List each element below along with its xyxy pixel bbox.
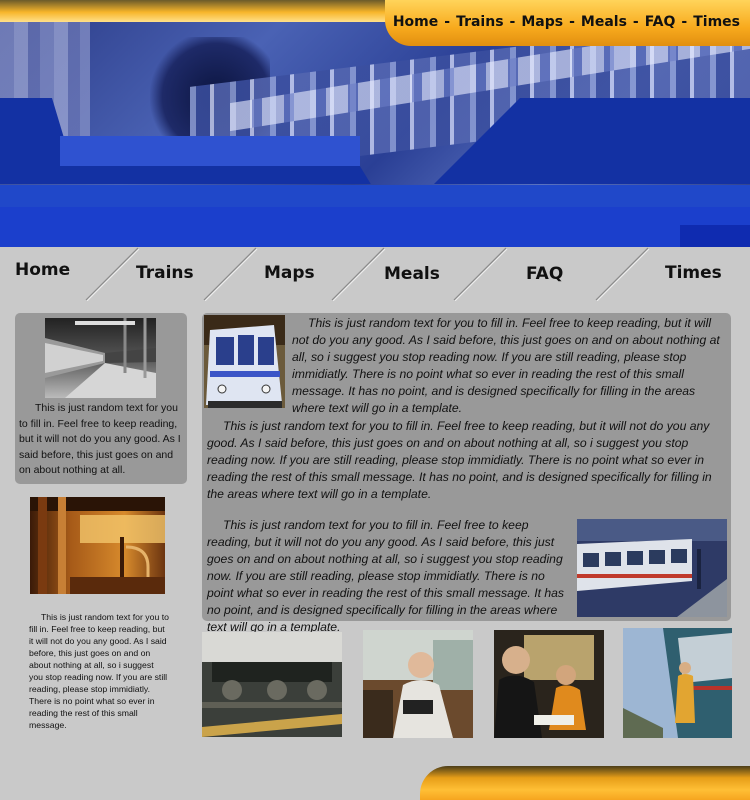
top-nav-separator: -	[681, 14, 688, 30]
top-nav-separator: -	[569, 14, 575, 30]
subway-platform-photo	[45, 318, 156, 398]
station-train-photo	[577, 519, 727, 617]
man-reading-photo	[363, 630, 473, 738]
nav-divider	[202, 247, 258, 302]
top-nav-faq[interactable]: FAQ	[645, 14, 676, 30]
top-nav-meals[interactable]: Meals	[581, 14, 627, 30]
header-base-band	[0, 207, 750, 247]
main-paragraph-1: This is just random text for you to fill…	[292, 316, 720, 415]
metro-train-illustration	[204, 315, 285, 408]
header-mid-band	[60, 136, 360, 166]
top-nav-trains[interactable]: Trains	[456, 14, 503, 30]
top-nav-home[interactable]: Home	[393, 14, 438, 30]
top-nav: Home - Trains - Maps - Meals - FAQ - Times	[393, 14, 740, 30]
main-nav-trains[interactable]: Trains	[136, 263, 194, 283]
left-sidebar-panel: This is just random text for you to fill…	[15, 313, 187, 484]
nav-divider	[84, 247, 140, 302]
main-nav: Home Trains Maps Meals FAQ Times	[0, 247, 750, 303]
left-secondary-text: This is just random text for you to fill…	[29, 612, 169, 730]
nav-divider	[330, 247, 386, 302]
top-nav-separator: -	[509, 14, 516, 30]
main-paragraph-3: This is just random text for you to fill…	[207, 518, 565, 634]
nav-divider	[452, 247, 508, 302]
header-base-accent	[680, 225, 750, 247]
top-nav-maps[interactable]: Maps	[521, 14, 563, 30]
top-nav-times[interactable]: Times	[693, 14, 740, 30]
site-header: Home - Trains - Maps - Meals - FAQ - Times	[0, 0, 750, 247]
top-nav-separator: -	[444, 14, 451, 30]
train-interior-photo	[30, 497, 165, 594]
train-wheels-photo	[202, 632, 342, 737]
nav-divider	[594, 247, 650, 302]
top-nav-separator: -	[632, 14, 639, 30]
main-content-panel: This is just random text for you to fill…	[202, 313, 731, 634]
main-nav-meals[interactable]: Meals	[384, 264, 440, 284]
main-nav-home[interactable]: Home	[15, 260, 70, 280]
main-nav-faq[interactable]: FAQ	[526, 264, 563, 284]
left-panel-text: This is just random text for you to fill…	[19, 402, 181, 476]
main-nav-maps[interactable]: Maps	[264, 263, 315, 283]
footer-orange-tab	[420, 766, 750, 800]
main-nav-times[interactable]: Times	[665, 263, 722, 283]
passengers-photo	[494, 630, 604, 738]
main-paragraph-2: This is just random text for you to fill…	[207, 419, 712, 501]
woman-boarding-photo	[623, 628, 732, 738]
top-nav-container: Home - Trains - Maps - Meals - FAQ - Times	[385, 0, 750, 46]
